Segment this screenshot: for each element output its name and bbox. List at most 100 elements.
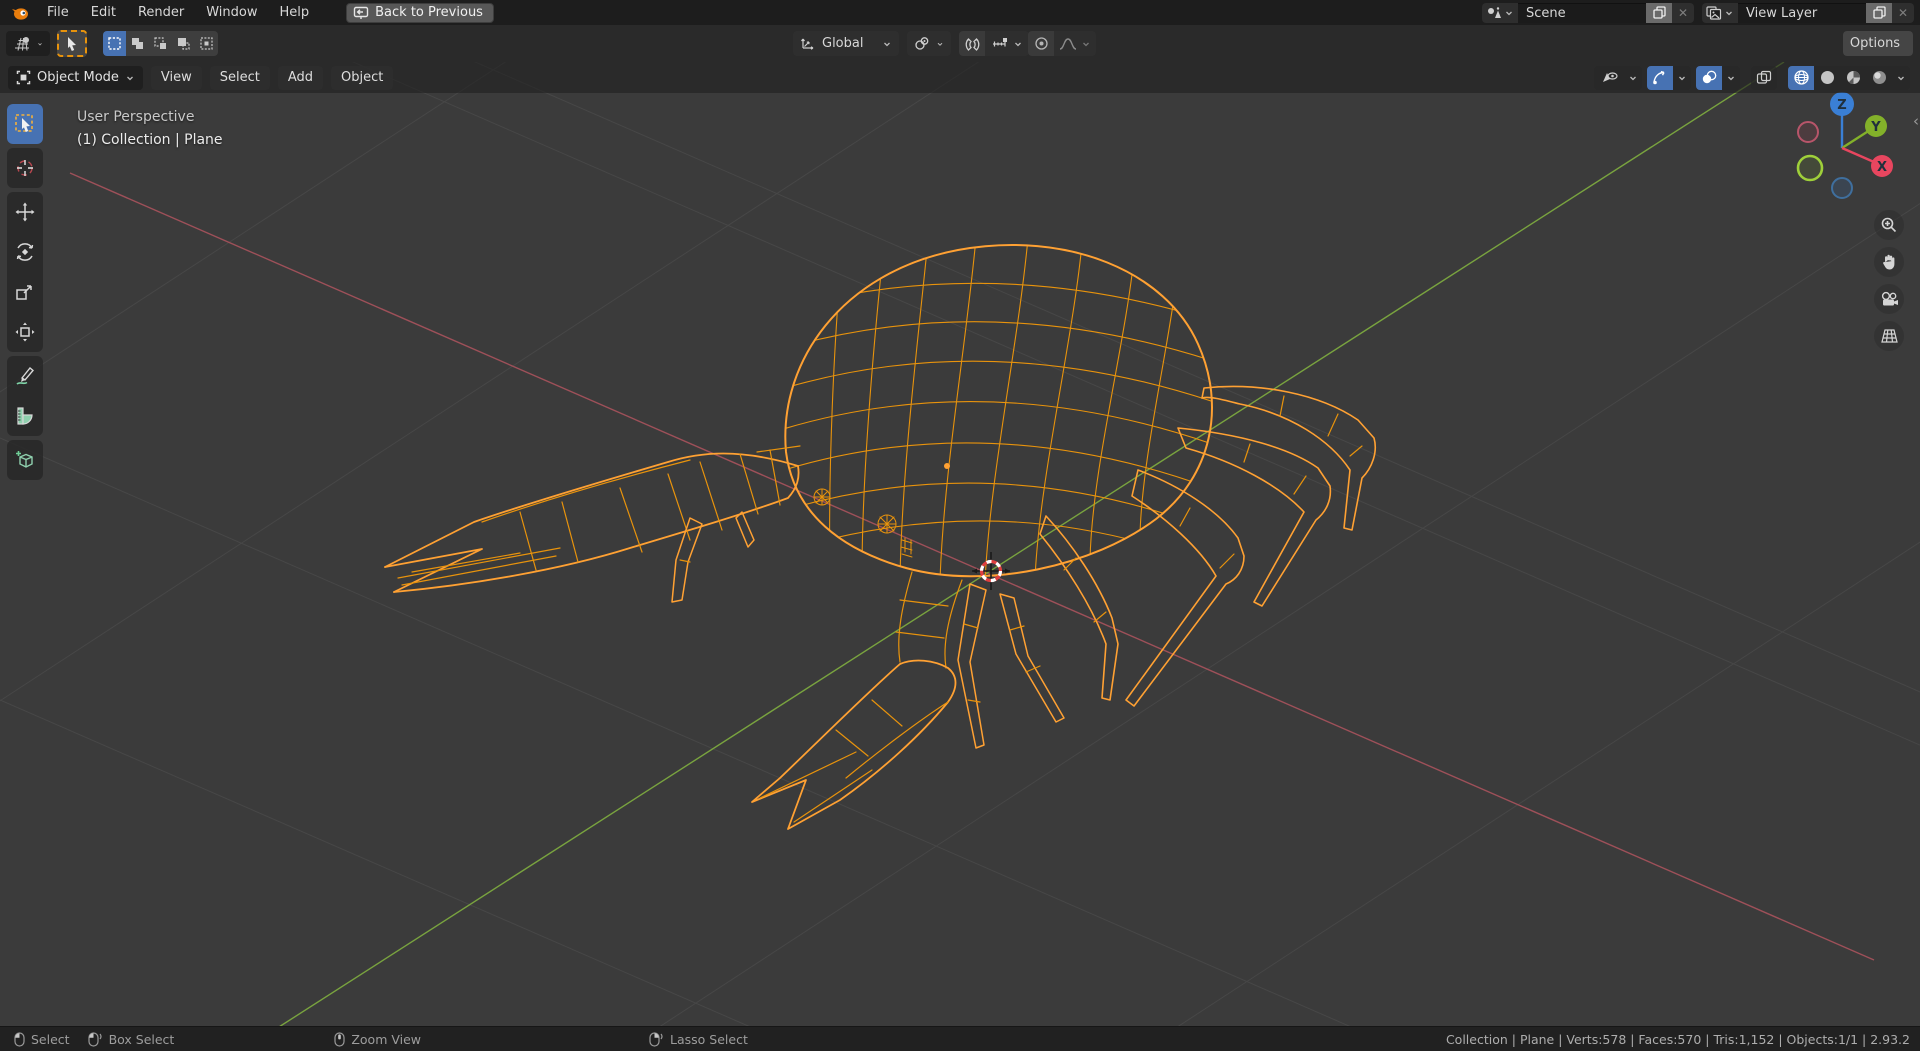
tool-measure[interactable]	[7, 396, 43, 436]
view-layer-remove-button[interactable]: ✕	[1892, 2, 1914, 23]
view-layer-copy-button[interactable]	[1866, 2, 1892, 23]
world-axes	[69, 62, 1875, 1026]
close-icon: ✕	[1677, 5, 1689, 20]
view-layer-name-field[interactable]: View Layer	[1738, 2, 1866, 23]
pan-view-button[interactable]	[1874, 247, 1904, 277]
hint-zoom-view: Zoom View	[334, 1032, 421, 1047]
menu-add[interactable]: Add	[277, 65, 324, 90]
gizmos-chevron[interactable]	[1673, 65, 1691, 90]
view-layer-browse-button[interactable]	[1702, 2, 1738, 23]
menu-object[interactable]: Object	[331, 65, 394, 90]
viewport-header: Object Mode View Select Add Object	[0, 62, 1920, 93]
navigation-gizmo[interactable]: Z Y X	[1780, 90, 1904, 214]
object-origin-dot	[944, 463, 950, 469]
tool-select-box[interactable]	[7, 104, 43, 144]
crab-wireframe-mesh[interactable]	[384, 238, 1377, 830]
scene-name-field[interactable]: Scene	[1518, 2, 1646, 23]
orientation-icon	[800, 36, 816, 51]
viewport-3d[interactable]: Object Mode View Select Add Object User …	[0, 62, 1920, 1026]
chevron-down-icon	[1726, 11, 1732, 15]
hint-box-select: Box Select	[87, 1032, 174, 1047]
falloff-dropdown[interactable]	[1054, 31, 1096, 56]
scene-statistics: Collection | Plane | Verts:578 | Faces:5…	[1445, 1031, 1910, 1047]
back-to-previous-label: Back to Previous	[375, 5, 483, 20]
shading-chevron[interactable]	[1892, 65, 1910, 90]
select-mode-new-button[interactable]	[103, 31, 126, 56]
pivot-point-dropdown[interactable]	[907, 31, 951, 56]
tool-settings-header: Global Options	[0, 25, 1920, 62]
xray-icon	[1756, 70, 1772, 85]
select-mode-intersect-button[interactable]	[195, 31, 218, 56]
options-dropdown[interactable]: Options	[1843, 31, 1913, 56]
proportional-edit-toggle[interactable]	[1028, 31, 1054, 56]
tool-transform[interactable]	[7, 312, 43, 352]
tool-move[interactable]	[7, 192, 43, 232]
snap-toggle-button[interactable]	[959, 31, 985, 56]
move-tool-icon	[14, 201, 36, 223]
chevron-down-icon	[1506, 11, 1512, 15]
chevron-down-icon	[937, 42, 943, 46]
viewport-canvas[interactable]	[0, 62, 1920, 1026]
editor-type-button[interactable]	[6, 31, 50, 56]
menu-file[interactable]: File	[36, 0, 80, 25]
mouse-left-icon	[14, 1031, 25, 1047]
snap-options-dropdown[interactable]	[985, 31, 1029, 56]
editor-type-icon	[13, 36, 31, 52]
tool-add-cube[interactable]	[7, 440, 43, 480]
ortho-toggle-button[interactable]	[1874, 321, 1904, 351]
options-label: Options	[1849, 36, 1901, 51]
cursor-3d	[972, 552, 1010, 590]
mode-dropdown[interactable]: Object Mode	[8, 65, 143, 90]
select-invert-icon	[176, 36, 191, 51]
menu-select[interactable]: Select	[209, 65, 270, 90]
select-box-tool-icon	[14, 113, 36, 135]
gizmo-y-neg-axis[interactable]	[1796, 154, 1824, 182]
xray-toggle[interactable]	[1751, 65, 1777, 90]
visibility-icon	[1601, 71, 1618, 85]
blender-logo-icon[interactable]	[0, 4, 36, 22]
gizmo-z-neg-axis[interactable]	[1831, 177, 1853, 199]
overlays-chevron[interactable]	[1722, 65, 1740, 90]
menu-window[interactable]: Window	[195, 0, 268, 25]
select-subtract-icon	[153, 36, 168, 51]
object-visibility-dropdown[interactable]	[1594, 65, 1624, 90]
tool-scale[interactable]	[7, 272, 43, 312]
scene-unlink-button[interactable]: ✕	[1672, 2, 1694, 23]
select-intersect-icon	[199, 36, 214, 51]
shading-wireframe-button[interactable]	[1788, 65, 1814, 90]
material-shading-icon	[1845, 69, 1862, 86]
magnet-icon	[965, 36, 980, 52]
select-mode-invert-button[interactable]	[172, 31, 195, 56]
shading-solid-button[interactable]	[1814, 65, 1840, 90]
tool-cursor[interactable]	[7, 148, 43, 188]
sidebar-expand-arrow[interactable]: ‹	[1913, 112, 1919, 130]
camera-view-button[interactable]	[1874, 284, 1904, 314]
select-mode-extend-button[interactable]	[126, 31, 149, 56]
visibility-chevron[interactable]	[1624, 65, 1642, 90]
scene-copy-button[interactable]	[1646, 2, 1672, 23]
menu-render[interactable]: Render	[127, 0, 195, 25]
tool-annotate[interactable]	[7, 356, 43, 396]
hint-label: Zoom View	[351, 1031, 422, 1047]
scene-browse-button[interactable]	[1482, 2, 1518, 23]
menu-help[interactable]: Help	[269, 0, 321, 25]
overlays-toggle[interactable]	[1696, 65, 1722, 90]
select-mode-subtract-button[interactable]	[149, 31, 172, 56]
menu-view[interactable]: View	[150, 65, 202, 90]
floor-grid	[0, 62, 1920, 1026]
select-extend-icon	[130, 36, 145, 51]
transform-orientation-dropdown[interactable]: Global	[793, 31, 899, 56]
chevron-down-icon	[1630, 76, 1636, 80]
back-to-previous-button[interactable]: Back to Previous	[346, 2, 494, 23]
copy-icon	[1872, 6, 1886, 19]
gizmo-x-neg-axis[interactable]	[1797, 121, 1819, 143]
menu-edit[interactable]: Edit	[80, 0, 127, 25]
active-tool-button[interactable]	[57, 30, 87, 57]
zoom-view-button[interactable]	[1874, 210, 1904, 240]
shading-material-button[interactable]	[1840, 65, 1866, 90]
tool-rotate[interactable]	[7, 232, 43, 272]
annotate-tool-icon	[14, 365, 36, 387]
gizmos-toggle[interactable]	[1647, 65, 1673, 90]
view-perspective-label: User Perspective	[77, 109, 195, 125]
shading-rendered-button[interactable]	[1866, 65, 1892, 90]
